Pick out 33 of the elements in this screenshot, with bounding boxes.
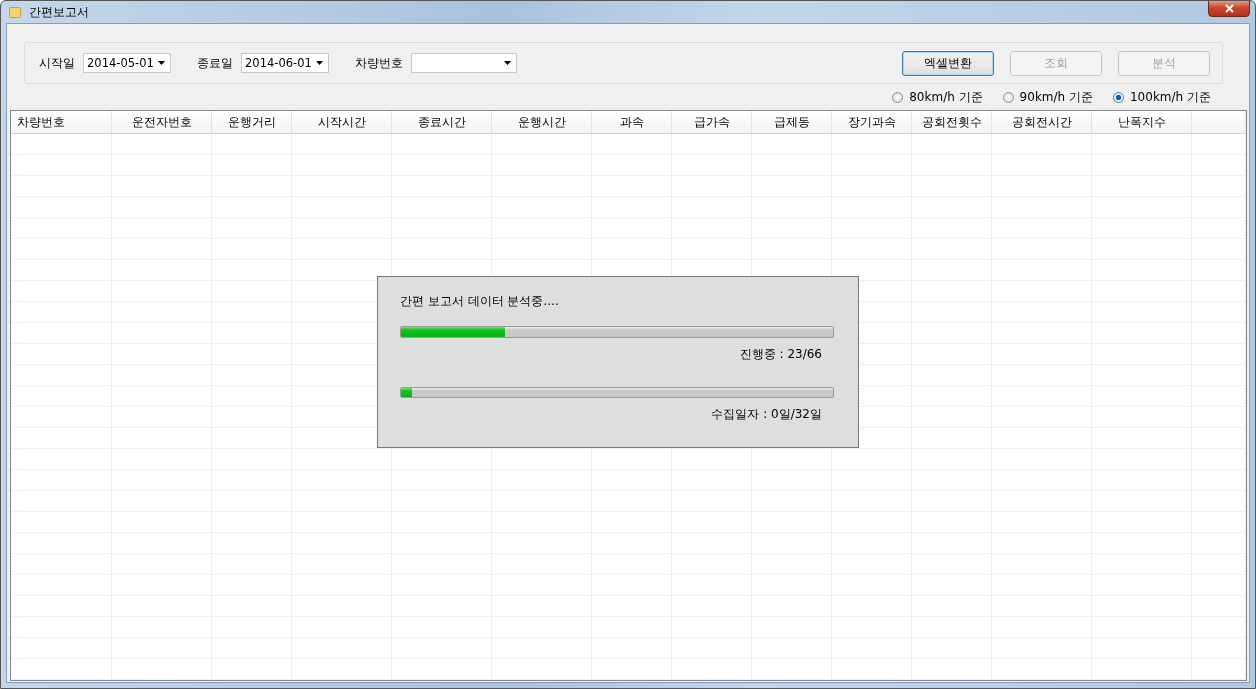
column-header[interactable]: 운행시간: [492, 111, 592, 133]
dropdown-arrow-icon: [504, 61, 511, 65]
column-header[interactable]: 급제동: [752, 111, 832, 133]
close-button[interactable]: [1208, 1, 1250, 17]
folder-icon: [9, 6, 21, 18]
column-header[interactable]: 차량번호: [11, 111, 112, 133]
column-header[interactable]: 운행거리: [212, 111, 292, 133]
filter-label: 시작일: [39, 54, 75, 72]
column-header[interactable]: 시작시간: [292, 111, 392, 133]
column-header[interactable]: 과속: [592, 111, 672, 133]
column-header[interactable]: 난폭지수: [1092, 111, 1192, 133]
dropdown-field[interactable]: 2014-05-01: [83, 53, 171, 73]
column-header[interactable]: 종료시간: [392, 111, 492, 133]
column-header[interactable]: 운전자번호: [112, 111, 212, 133]
dropdown-field[interactable]: [411, 53, 517, 73]
dropdown-field[interactable]: 2014-06-01: [241, 53, 329, 73]
column-header[interactable]: 장기과속: [832, 111, 912, 133]
column-header[interactable]: 급가속: [672, 111, 752, 133]
column-header[interactable]: 공회전시간: [992, 111, 1092, 133]
dropdown-arrow-icon: [316, 61, 323, 65]
progress-reading: 진행중 : 23/66: [739, 345, 822, 363]
filter-label: 차량번호: [355, 54, 403, 72]
radio-option[interactable]: 90km/h 기준: [1002, 89, 1093, 106]
radio-option[interactable]: 80km/h 기준: [892, 89, 983, 106]
column-header[interactable]: 공회전횟수: [912, 111, 992, 133]
dropdown-arrow-icon: [158, 61, 165, 65]
status-message: 간편 보고서 데이터 분석중....: [400, 293, 560, 310]
radio-option[interactable]: 100km/h 기준: [1113, 89, 1211, 106]
progress-reading: 수집일자 : 0일/32일: [711, 406, 822, 423]
filter-label: 종료일: [197, 54, 233, 72]
action-button[interactable]: 엑셀변환: [902, 50, 994, 76]
close-icon: [1224, 3, 1234, 13]
window-title: 간편보고서: [29, 3, 90, 21]
